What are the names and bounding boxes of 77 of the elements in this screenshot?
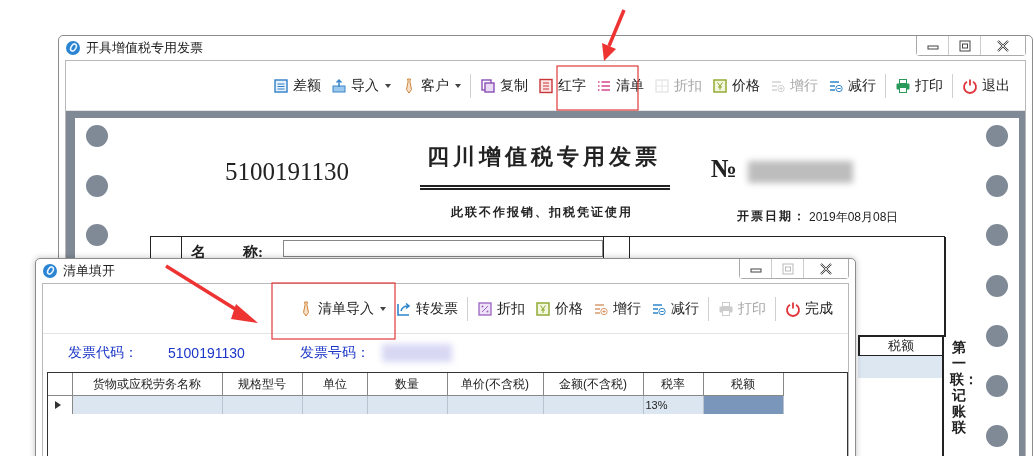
minimize-button[interactable] — [917, 36, 949, 55]
number-sign: № — [711, 154, 738, 184]
caret-icon — [455, 83, 461, 88]
toolbar-button[interactable]: 增行 — [590, 297, 644, 320]
column-header: 货物或应税劳务名称 — [72, 373, 222, 396]
app-icon — [42, 263, 58, 279]
blurred-area — [381, 344, 452, 362]
toolbar-button[interactable]: 退出 — [959, 74, 1013, 97]
upload-icon — [331, 77, 347, 94]
annotation-arrow — [602, 9, 626, 61]
toolbar-button[interactable]: 减行 — [825, 74, 879, 97]
yen-icon — [535, 300, 551, 317]
toolbar-button[interactable]: 完成 — [782, 297, 836, 320]
punch-hole — [986, 224, 1008, 246]
invoice-code: 5100191130 — [168, 345, 245, 361]
column-header: 税额 — [703, 373, 783, 396]
copy-icon — [480, 77, 496, 94]
yen-icon — [712, 77, 728, 94]
toolbar-button[interactable]: 导入 — [328, 74, 394, 97]
invoice-code: 5100191130 — [225, 158, 350, 186]
window-title: 开具增值税专用发票 — [86, 39, 203, 57]
punch-hole — [86, 125, 108, 147]
printer-icon — [718, 300, 734, 317]
close-button[interactable] — [804, 259, 848, 278]
toolbar-button[interactable]: 价格 — [532, 297, 586, 320]
ledger-icon — [538, 77, 554, 94]
punch-hole — [986, 125, 1008, 147]
field-label: 发票号码： — [299, 344, 370, 362]
punch-hole — [986, 375, 1008, 397]
toolbar-button[interactable]: 折扣 — [474, 297, 528, 320]
maximize-button[interactable] — [772, 259, 804, 278]
caret-icon — [385, 83, 391, 88]
caret-icon — [380, 306, 386, 311]
close-icon — [995, 39, 1011, 52]
column-header: 规格型号 — [222, 373, 302, 396]
punch-hole — [86, 224, 108, 246]
column-header: 单价(不含税) — [447, 373, 543, 396]
printer-icon — [895, 77, 911, 94]
invoice-date: 2019年08月08日 — [809, 209, 899, 226]
toolbar-button[interactable]: 清单 — [593, 74, 647, 97]
maximize-icon — [779, 262, 796, 275]
punch-hole — [986, 275, 1008, 297]
toolbar-button[interactable]: 价格 — [709, 74, 763, 97]
toolbar-button[interactable]: 差额 — [270, 74, 324, 97]
date-label: 开票日期： — [737, 208, 807, 225]
punch-hole — [986, 175, 1008, 197]
field-label: 发票代码： — [68, 344, 138, 362]
window-title: 清单填开 — [63, 262, 115, 280]
close-icon — [818, 262, 834, 275]
toolbar-button[interactable]: 红字 — [535, 74, 589, 97]
name-field[interactable] — [283, 240, 603, 257]
toolbar-button[interactable]: 客户 — [398, 74, 464, 97]
toolbar-button[interactable]: 转发票 — [393, 297, 461, 320]
table-icon — [273, 77, 289, 94]
power-icon — [785, 300, 801, 317]
forward-icon — [396, 300, 412, 317]
power-icon — [962, 77, 978, 94]
invoice-notice: 此联不作报销、扣税凭证使用 — [451, 204, 633, 221]
minimize-button[interactable] — [740, 259, 772, 278]
toolbar-button[interactable]: 打印 — [892, 74, 946, 97]
column-header: 数量 — [367, 373, 447, 396]
app-icon — [65, 40, 81, 56]
percent-icon — [477, 300, 493, 317]
toolbar-button[interactable]: 复制 — [477, 74, 531, 97]
field-label: 称: — [243, 243, 263, 262]
toolbar-button[interactable]: 清单导入 — [295, 297, 389, 320]
punch-hole — [986, 325, 1008, 347]
toolbar-button[interactable]: 减行 — [648, 297, 702, 320]
column-header: 税率 — [643, 373, 703, 396]
maximize-icon — [956, 39, 973, 52]
discount-icon — [654, 77, 670, 94]
field-label: 名 — [191, 243, 206, 262]
punch-hole — [986, 425, 1008, 447]
column-header: 单位 — [302, 373, 367, 396]
invoice-title: 四川增值税专用发票 — [427, 143, 661, 171]
punch-hole — [86, 175, 108, 197]
column-header: 金额(不含税) — [543, 373, 643, 396]
